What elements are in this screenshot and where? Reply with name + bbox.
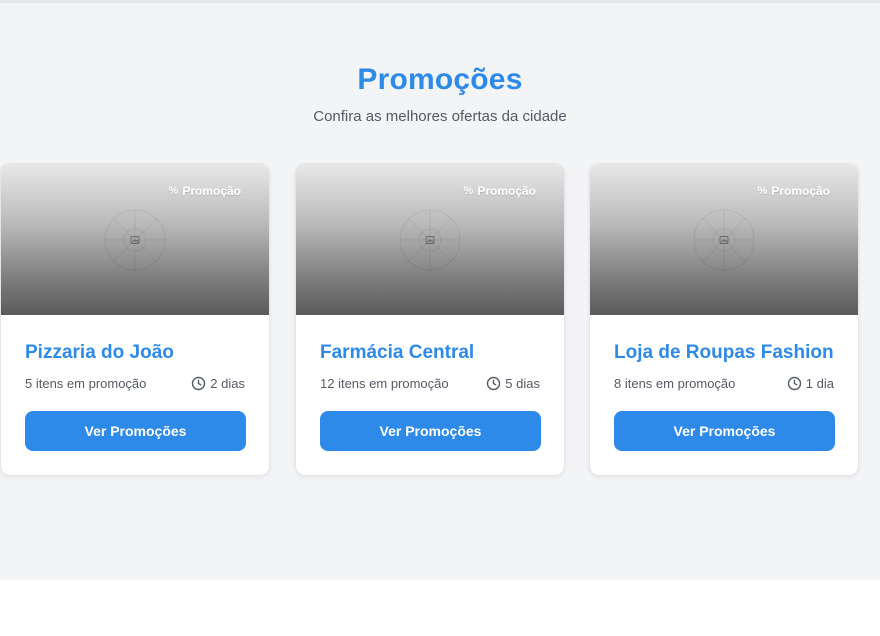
- days-remaining-label: 2 dias: [210, 376, 245, 391]
- card-meta: 12 itens em promoção 5 dias: [320, 376, 540, 391]
- promo-items-count: 8 itens em promoção: [614, 376, 736, 391]
- percent-icon: %: [757, 185, 768, 197]
- promo-badge: % Promoção: [464, 184, 536, 198]
- days-remaining: 1 dia: [787, 376, 834, 391]
- promo-badge-label: Promoção: [771, 184, 830, 198]
- promotion-card: % Promoção Pizzaria do João 5 itens em p…: [0, 163, 270, 476]
- promo-badge-label: Promoção: [477, 184, 536, 198]
- image-placeholder-icon: [104, 209, 166, 271]
- card-image: % Promoção: [1, 164, 269, 315]
- view-promotions-button[interactable]: Ver Promoções: [614, 411, 835, 451]
- promo-badge-label: Promoção: [182, 184, 241, 198]
- days-remaining-label: 5 dias: [505, 376, 540, 391]
- promotion-card: % Promoção Loja de Roupas Fashion 8 iten…: [589, 163, 859, 476]
- days-remaining: 5 dias: [486, 376, 540, 391]
- promo-badge: % Promoção: [758, 184, 830, 198]
- store-name: Farmácia Central: [320, 342, 475, 363]
- card-image: % Promoção: [590, 164, 858, 315]
- percent-icon: %: [168, 185, 179, 197]
- card-image: % Promoção: [296, 164, 564, 315]
- store-name: Pizzaria do João: [25, 342, 174, 363]
- view-promotions-button[interactable]: Ver Promoções: [25, 411, 246, 451]
- promotions-section: Promoções Confira as melhores ofertas da…: [0, 3, 880, 580]
- days-remaining: 2 dias: [191, 376, 245, 391]
- view-promotions-button[interactable]: Ver Promoções: [320, 411, 541, 451]
- section-title: Promoções: [357, 63, 523, 96]
- clock-icon: [487, 376, 501, 391]
- days-remaining-label: 1 dia: [805, 376, 834, 391]
- section-subtitle: Confira as melhores ofertas da cidade: [313, 108, 567, 125]
- image-placeholder-icon: [693, 209, 755, 271]
- store-name: Loja de Roupas Fashion: [614, 342, 834, 363]
- promotion-card: % Promoção Farmácia Central 12 itens em …: [295, 163, 565, 476]
- promo-items-count: 5 itens em promoção: [25, 376, 147, 391]
- percent-icon: %: [463, 185, 474, 197]
- promo-items-count: 12 itens em promoção: [320, 376, 449, 391]
- clock-icon: [787, 376, 802, 391]
- card-meta: 5 itens em promoção 2 dias: [25, 376, 245, 391]
- promo-badge: % Promoção: [169, 184, 241, 198]
- clock-icon: [192, 376, 206, 391]
- image-placeholder-icon: [399, 209, 461, 271]
- card-meta: 8 itens em promoção 1 dia: [614, 376, 834, 391]
